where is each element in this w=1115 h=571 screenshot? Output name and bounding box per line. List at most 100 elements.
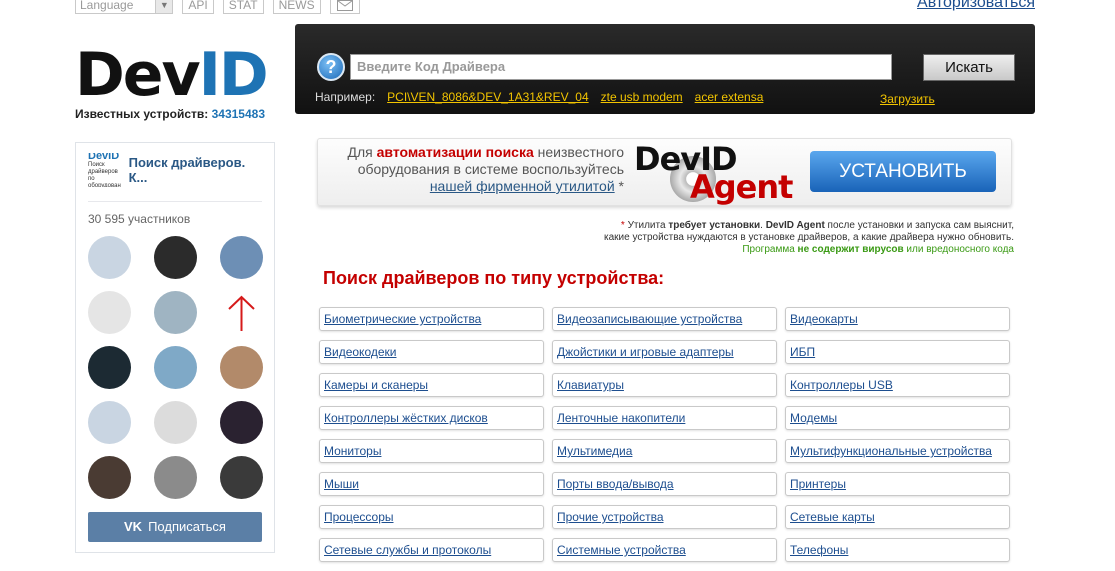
category-link[interactable]: Мультифункциональные устройства bbox=[785, 439, 1010, 463]
banner-link[interactable]: нашей фирменной утилитой bbox=[430, 178, 615, 194]
category-link[interactable]: Контроллеры жёстких дисков bbox=[319, 406, 544, 430]
vk-group-logo[interactable]: DevIDПоиск драйверов по оборудованию вер… bbox=[88, 153, 121, 187]
news-button[interactable]: NEWS bbox=[272, 0, 321, 14]
examples-label: Например: bbox=[315, 90, 376, 104]
search-panel: ? Введите Код Драйвера Искать Например: … bbox=[295, 24, 1035, 114]
avatar[interactable] bbox=[88, 291, 131, 334]
upload-link[interactable]: Загрузить bbox=[880, 92, 935, 106]
top-bar: Language ▼ API STAT NEWS bbox=[75, 0, 360, 14]
categories-title: Поиск драйверов по типу устройства: bbox=[323, 268, 665, 288]
divider bbox=[88, 201, 262, 202]
category-link[interactable]: Процессоры bbox=[319, 505, 544, 529]
chevron-down-icon: ▼ bbox=[155, 0, 173, 13]
vk-subscribe-button[interactable]: VK Подписаться bbox=[88, 512, 262, 542]
search-button[interactable]: Искать bbox=[923, 54, 1015, 81]
avatar[interactable] bbox=[154, 456, 197, 499]
category-link[interactable]: ИБП bbox=[785, 340, 1010, 364]
site-logo[interactable]: DevID bbox=[75, 44, 269, 106]
category-link[interactable]: Порты ввода/вывода bbox=[552, 472, 777, 496]
avatar[interactable] bbox=[88, 346, 131, 389]
avatar[interactable] bbox=[88, 401, 131, 444]
category-link[interactable]: Мониторы bbox=[319, 439, 544, 463]
examples-row: Например: PCI\VEN_8086&DEV_1A31&REV_04 z… bbox=[315, 90, 763, 104]
category-link[interactable]: Видеокодеки bbox=[319, 340, 544, 364]
vk-group-logo-name: DevID bbox=[88, 153, 120, 162]
vk-header: DevIDПоиск драйверов по оборудованию вер… bbox=[76, 143, 274, 197]
note-text: Программа bbox=[742, 244, 798, 255]
devid-agent-logo: DevID Agent bbox=[632, 140, 802, 206]
category-link[interactable]: Контроллеры USB bbox=[785, 373, 1010, 397]
category-link[interactable]: Телефоны bbox=[785, 538, 1010, 562]
category-link[interactable]: Видеокарты bbox=[785, 307, 1010, 331]
category-link[interactable]: Системные устройства bbox=[552, 538, 777, 562]
banner-star: * bbox=[614, 178, 624, 194]
note-line-2: какие устройства нуждаются в установке д… bbox=[604, 232, 1014, 243]
api-button[interactable]: API bbox=[182, 0, 214, 14]
category-link[interactable]: Мыши bbox=[319, 472, 544, 496]
category-link[interactable]: Сетевые службы и протоколы bbox=[319, 538, 544, 562]
avatar[interactable] bbox=[220, 401, 263, 444]
category-link[interactable]: Сетевые карты bbox=[785, 505, 1010, 529]
category-link[interactable]: Клавиатуры bbox=[552, 373, 777, 397]
note-line-3: Программа не содержит вирусов или вредон… bbox=[604, 244, 1014, 256]
category-link[interactable]: Мультимедиа bbox=[552, 439, 777, 463]
categories-grid: Биометрические устройства Видеозаписываю… bbox=[319, 307, 1010, 562]
install-button[interactable]: УСТАНОВИТЬ bbox=[810, 151, 996, 192]
banner-text-part: Для bbox=[347, 144, 377, 160]
known-devices-count: 34315483 bbox=[211, 107, 265, 121]
example-link[interactable]: PCI\VEN_8086&DEV_1A31&REV_04 bbox=[387, 90, 588, 104]
avatar[interactable] bbox=[154, 236, 197, 279]
category-link[interactable]: Прочие устройства bbox=[552, 505, 777, 529]
note-bold: требует установки bbox=[668, 220, 761, 231]
category-link[interactable]: Биометрические устройства bbox=[319, 307, 544, 331]
avatar[interactable] bbox=[154, 346, 197, 389]
language-select-label: Language bbox=[80, 0, 134, 12]
vk-group-title[interactable]: Поиск драйверов. К... bbox=[129, 155, 262, 185]
avatar[interactable] bbox=[154, 291, 197, 334]
note-bold: DevID Agent bbox=[765, 220, 825, 231]
agent-note: * Утилита требует установки. DevID Agent… bbox=[604, 220, 1014, 256]
logo-id: ID bbox=[198, 40, 269, 110]
category-link[interactable]: Принтеры bbox=[785, 472, 1010, 496]
stat-button[interactable]: STAT bbox=[222, 0, 264, 14]
category-link[interactable]: Видеозаписывающие устройства bbox=[552, 307, 777, 331]
logo-dev: Dev bbox=[75, 40, 201, 110]
note-text: после установки и запуска сам выяснит, bbox=[824, 220, 1014, 231]
vk-icon: VK bbox=[124, 519, 143, 534]
arrow-up-icon bbox=[228, 295, 255, 331]
note-line-1: * Утилита требует установки. DevID Agent… bbox=[604, 220, 1014, 232]
avatar[interactable] bbox=[220, 346, 263, 389]
vk-members-grid bbox=[76, 236, 274, 499]
language-select[interactable]: Language ▼ bbox=[75, 0, 174, 14]
note-text: Утилита bbox=[624, 220, 669, 231]
vk-subscribe-label: Подписаться bbox=[148, 519, 226, 534]
vk-widget: DevIDПоиск драйверов по оборудованию вер… bbox=[75, 142, 275, 553]
note-text: или вредоносного кода bbox=[903, 244, 1014, 255]
avatar[interactable] bbox=[220, 456, 263, 499]
vk-members-count: 30 595 участников bbox=[88, 212, 191, 226]
login-link[interactable]: Авторизоваться bbox=[917, 0, 1035, 12]
mail-icon bbox=[336, 0, 353, 11]
example-link[interactable]: acer extensa bbox=[695, 90, 764, 104]
agent-banner[interactable]: Для автоматизации поиска неизвестного об… bbox=[317, 138, 1012, 206]
banner-highlight: автоматизации поиска bbox=[376, 144, 534, 160]
banner-text: Для автоматизации поиска неизвестного об… bbox=[324, 144, 625, 195]
avatar[interactable] bbox=[88, 456, 131, 499]
known-devices-label: Известных устройств: bbox=[75, 107, 209, 121]
example-link[interactable]: zte usb modem bbox=[601, 90, 683, 104]
category-link[interactable]: Джойстики и игровые адаптеры bbox=[552, 340, 777, 364]
avatar[interactable] bbox=[154, 401, 197, 444]
avatar[interactable] bbox=[220, 291, 263, 334]
driver-code-input[interactable]: Введите Код Драйвера bbox=[350, 54, 892, 80]
help-icon[interactable]: ? bbox=[317, 53, 345, 81]
agent-logo-agent: Agent bbox=[690, 168, 793, 206]
known-devices: Известных устройств: 34315483 bbox=[75, 107, 265, 121]
avatar[interactable] bbox=[88, 236, 131, 279]
category-link[interactable]: Модемы bbox=[785, 406, 1010, 430]
category-link[interactable]: Ленточные накопители bbox=[552, 406, 777, 430]
avatar[interactable] bbox=[220, 236, 263, 279]
mail-button[interactable] bbox=[329, 0, 360, 14]
category-link[interactable]: Камеры и сканеры bbox=[319, 373, 544, 397]
note-bold: не содержит вирусов bbox=[797, 244, 904, 255]
vk-group-logo-text: Поиск драйверов по оборудованию версия к bbox=[88, 162, 121, 187]
